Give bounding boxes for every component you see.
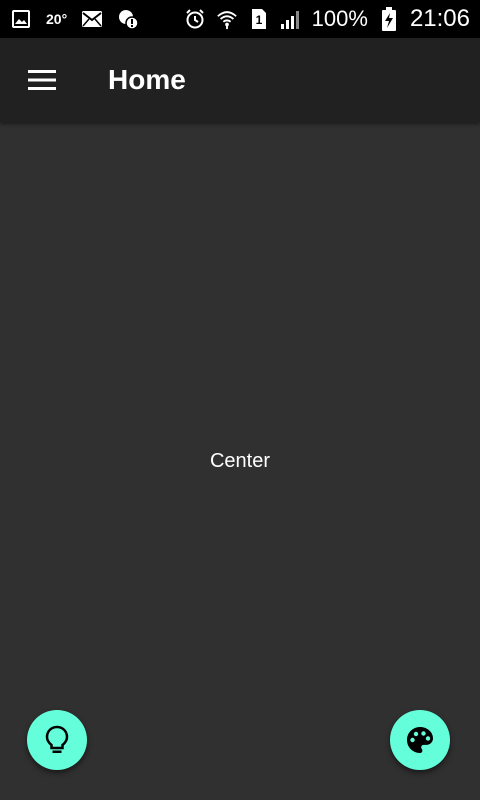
sim-label: 1 xyxy=(255,13,262,27)
alarm-icon xyxy=(184,8,206,30)
lightbulb-icon xyxy=(44,725,70,755)
status-bar-right: 1 100% 21:06 xyxy=(184,5,470,33)
status-bar-left: 20° xyxy=(10,8,139,30)
alert-cloud-icon xyxy=(117,8,139,30)
center-text: Center xyxy=(209,449,271,472)
status-bar: 20° 1 100% 21:06 xyxy=(0,0,480,38)
battery-charging-icon xyxy=(378,7,400,31)
lightbulb-fab-button[interactable] xyxy=(27,710,87,770)
temperature-text: 20° xyxy=(46,11,68,27)
page-title: Home xyxy=(108,64,186,95)
palette-fab-button[interactable] xyxy=(390,710,450,770)
palette-icon xyxy=(405,725,435,755)
app-screen: 20° 1 100% 21:06 Home Center xyxy=(0,0,480,800)
clock-time: 21:06 xyxy=(409,5,470,32)
image-icon xyxy=(10,8,32,30)
app-bar: Home xyxy=(0,38,480,122)
battery-percent: 100% xyxy=(311,6,368,31)
mail-icon xyxy=(81,8,103,30)
sim-1-icon: 1 xyxy=(248,8,270,30)
menu-button[interactable] xyxy=(0,38,84,122)
main-content: Center xyxy=(0,122,480,800)
hamburger-menu-icon xyxy=(28,69,56,91)
signal-icon xyxy=(280,8,302,30)
wifi-icon xyxy=(216,8,238,30)
